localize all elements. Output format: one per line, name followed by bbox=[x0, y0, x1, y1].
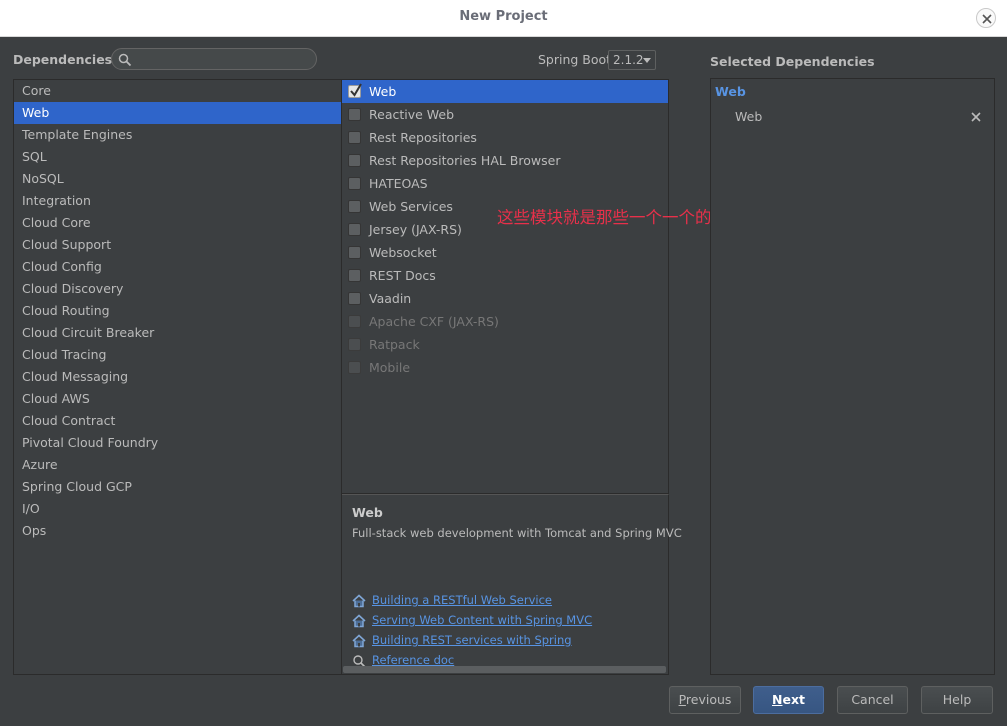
dependency-label: REST Docs bbox=[369, 268, 436, 283]
title-bar: New Project bbox=[0, 0, 1007, 37]
category-item-cloud-tracing[interactable]: Cloud Tracing bbox=[14, 344, 341, 366]
category-item-cloud-messaging[interactable]: Cloud Messaging bbox=[14, 366, 341, 388]
description-text: Full-stack web development with Tomcat a… bbox=[352, 526, 682, 540]
previous-mnemonic: P bbox=[678, 692, 686, 707]
category-item-cloud-support[interactable]: Cloud Support bbox=[14, 234, 341, 256]
description-title: Web bbox=[352, 505, 383, 520]
dependency-label: HATEOAS bbox=[369, 176, 428, 191]
category-item-cloud-config[interactable]: Cloud Config bbox=[14, 256, 341, 278]
window-title: New Project bbox=[459, 9, 548, 24]
category-item-cloud-circuit-breaker[interactable]: Cloud Circuit Breaker bbox=[14, 322, 341, 344]
previous-label: revious bbox=[685, 692, 732, 707]
category-item-cloud-routing[interactable]: Cloud Routing bbox=[14, 300, 341, 322]
dependency-item-reactive-web[interactable]: Reactive Web bbox=[342, 103, 668, 126]
category-item-cloud-core[interactable]: Cloud Core bbox=[14, 212, 341, 234]
dependency-label: Web bbox=[369, 84, 397, 99]
dependency-item-mobile: Mobile bbox=[342, 356, 668, 379]
search-icon bbox=[118, 53, 132, 67]
selected-group-label: Web bbox=[715, 84, 746, 99]
dependency-item-hateoas[interactable]: HATEOAS bbox=[342, 172, 668, 195]
selected-dependencies-panel: Web Web bbox=[710, 78, 995, 675]
dependency-item-ratpack: Ratpack bbox=[342, 333, 668, 356]
category-item-web[interactable]: Web bbox=[14, 102, 341, 124]
selected-dependency-item: Web bbox=[735, 109, 763, 124]
dependency-checkbox[interactable] bbox=[348, 177, 361, 190]
dependency-checkbox[interactable] bbox=[348, 269, 361, 282]
remove-icon[interactable] bbox=[969, 110, 983, 124]
category-item-azure[interactable]: Azure bbox=[14, 454, 341, 476]
description-panel: Web Full-stack web development with Tomc… bbox=[342, 494, 682, 675]
dependency-label: Rest Repositories bbox=[369, 130, 477, 145]
guide-link-label[interactable]: Serving Web Content with Spring MVC bbox=[372, 613, 592, 627]
category-item-core[interactable]: Core bbox=[14, 80, 341, 102]
dependencies-label: Dependencies bbox=[13, 52, 113, 67]
dependency-item-vaadin[interactable]: Vaadin bbox=[342, 287, 668, 310]
guide-link-label[interactable]: Building REST services with Spring bbox=[372, 633, 572, 647]
dependency-checkbox[interactable] bbox=[348, 223, 361, 236]
category-list: Core Web Template Engines SQL NoSQL Integrati… bbox=[13, 79, 342, 675]
chevron-down-icon bbox=[643, 58, 651, 63]
category-item-ops[interactable]: Ops bbox=[14, 520, 341, 542]
dependency-checkbox bbox=[348, 361, 361, 374]
next-button[interactable]: Next bbox=[753, 686, 824, 714]
dependency-item-rest-repositories-hal-browser[interactable]: Rest Repositories HAL Browser bbox=[342, 149, 668, 172]
category-item-nosql[interactable]: NoSQL bbox=[14, 168, 341, 190]
next-mnemonic: N bbox=[772, 692, 783, 707]
guide-link[interactable]: Serving Web Content with Spring MVC bbox=[352, 613, 652, 631]
dependency-label: Web Services bbox=[369, 199, 453, 214]
dependency-checkbox bbox=[348, 338, 361, 351]
dependency-checkbox[interactable] bbox=[348, 83, 362, 98]
close-icon[interactable] bbox=[976, 8, 996, 28]
category-item-pivotal-cloud-foundry[interactable]: Pivotal Cloud Foundry bbox=[14, 432, 341, 454]
dependency-item-web[interactable]: Web bbox=[342, 80, 668, 103]
guide-link-label[interactable]: Building a RESTful Web Service bbox=[372, 593, 552, 607]
dependency-label: Websocket bbox=[369, 245, 437, 260]
guide-link[interactable]: Building a RESTful Web Service bbox=[352, 593, 652, 611]
dependency-item-websocket[interactable]: Websocket bbox=[342, 241, 668, 264]
spring-boot-version: 2.1.2 bbox=[613, 53, 644, 67]
selected-dependencies-label: Selected Dependencies bbox=[710, 54, 875, 69]
category-item-sql[interactable]: SQL bbox=[14, 146, 341, 168]
dependency-item-rest-docs[interactable]: REST Docs bbox=[342, 264, 668, 287]
dependency-item-apache-cxf-jax-rs-: Apache CXF (JAX-RS) bbox=[342, 310, 668, 333]
spring-boot-label: Spring Boot bbox=[538, 52, 612, 67]
next-label: ext bbox=[782, 692, 805, 707]
horizontal-scrollbar[interactable] bbox=[343, 666, 666, 673]
dependency-label: Apache CXF (JAX-RS) bbox=[369, 314, 499, 329]
spring-boot-version-select[interactable]: 2.1.2 bbox=[608, 50, 656, 70]
dependency-checkbox[interactable] bbox=[348, 292, 361, 305]
category-item-spring-cloud-gcp[interactable]: Spring Cloud GCP bbox=[14, 476, 341, 498]
category-item-integration[interactable]: Integration bbox=[14, 190, 341, 212]
help-button[interactable]: Help bbox=[921, 686, 993, 714]
dependency-checkbox[interactable] bbox=[348, 200, 361, 213]
dependency-checkbox[interactable] bbox=[348, 246, 361, 259]
dependency-checkbox bbox=[348, 315, 361, 328]
category-item-template-engines[interactable]: Template Engines bbox=[14, 124, 341, 146]
dependency-label: Jersey (JAX-RS) bbox=[369, 222, 462, 237]
checkmark-icon bbox=[350, 83, 362, 97]
category-item-cloud-contract[interactable]: Cloud Contract bbox=[14, 410, 341, 432]
search-input[interactable] bbox=[111, 48, 317, 70]
dependency-label: Ratpack bbox=[369, 337, 420, 352]
category-item-cloud-discovery[interactable]: Cloud Discovery bbox=[14, 278, 341, 300]
dependency-item-rest-repositories[interactable]: Rest Repositories bbox=[342, 126, 668, 149]
dependency-label: Vaadin bbox=[369, 291, 412, 306]
dependency-checkbox[interactable] bbox=[348, 108, 361, 121]
guide-link-label[interactable]: Reference doc bbox=[372, 653, 454, 667]
dependency-checkbox[interactable] bbox=[348, 131, 361, 144]
dependency-label: Mobile bbox=[369, 360, 411, 375]
previous-button[interactable]: Previous bbox=[669, 686, 741, 714]
category-item-i-o[interactable]: I/O bbox=[14, 498, 341, 520]
dependency-list: Web Reactive Web Rest Repositories Rest Rep… bbox=[342, 79, 669, 494]
category-item-cloud-aws[interactable]: Cloud AWS bbox=[14, 388, 341, 410]
dependency-label: Rest Repositories HAL Browser bbox=[369, 153, 561, 168]
guide-link[interactable]: Building REST services with Spring bbox=[352, 633, 652, 651]
dependency-label: Reactive Web bbox=[369, 107, 455, 122]
cancel-button[interactable]: Cancel bbox=[837, 686, 908, 714]
dependency-checkbox[interactable] bbox=[348, 154, 361, 167]
